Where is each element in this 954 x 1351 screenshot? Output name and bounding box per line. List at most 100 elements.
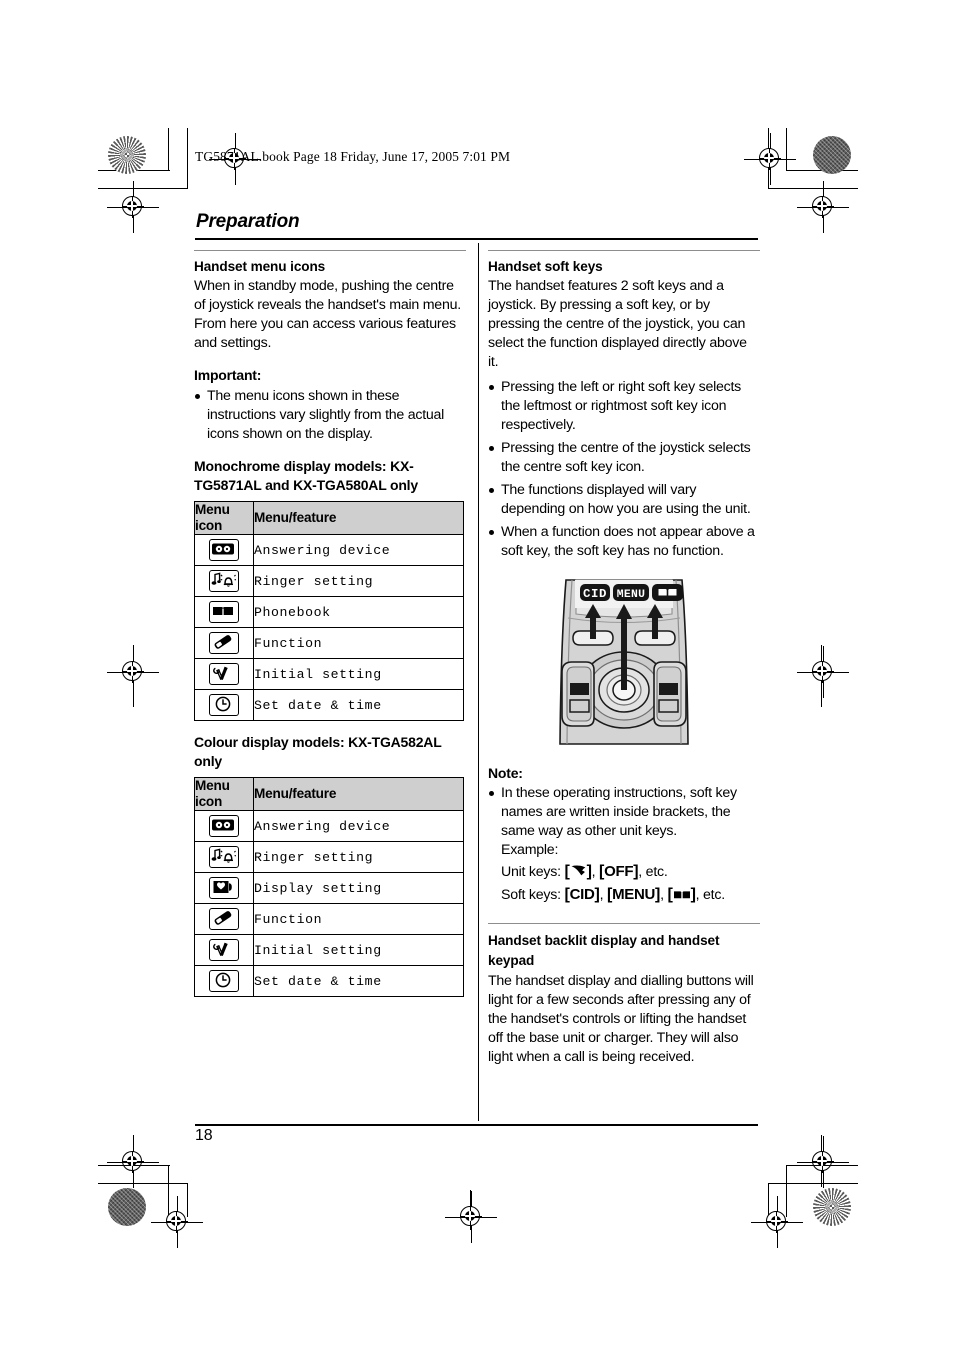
crop-mark-tl-v2 bbox=[187, 128, 189, 188]
cid-key-label: CID bbox=[569, 885, 595, 903]
note-bullet-text: In these operating instructions, soft ke… bbox=[501, 785, 737, 840]
display-setting-icon bbox=[209, 877, 239, 900]
answering-device-icon bbox=[209, 815, 239, 838]
column-header-menu-icon: Menu icon bbox=[194, 776, 254, 812]
registration-mark-right-lower bbox=[797, 1136, 849, 1188]
footer-rule bbox=[195, 1124, 758, 1126]
table-row: Ringer setting bbox=[194, 841, 464, 874]
unit-keys-line: Unit keys: [ ], [OFF], etc. bbox=[501, 862, 668, 880]
paragraph-handset-soft-keys: The handset features 2 soft keys and a j… bbox=[488, 278, 747, 371]
registration-mark-right-mid bbox=[797, 646, 849, 698]
heading-handset-menu-icons: Handset menu icons bbox=[194, 259, 326, 274]
caption-colour-models: Colour display models: KX-TGA582AL only bbox=[194, 734, 442, 769]
registration-mark-bottom-center bbox=[445, 1191, 497, 1243]
table-row: Function bbox=[194, 903, 464, 936]
heading-handset-soft-keys: Handset soft keys bbox=[488, 259, 603, 274]
off-key-label: OFF bbox=[604, 862, 634, 880]
example-label: Example: bbox=[501, 842, 559, 859]
menu-icon-table-colour: Menu icon Menu/feature Answering device bbox=[194, 776, 464, 998]
table-header-row: Menu icon Menu/feature bbox=[194, 776, 464, 812]
unit-keys-label: Unit keys: bbox=[501, 863, 561, 880]
halftone-patch-tr bbox=[813, 136, 851, 174]
column-header-menu-icon: Menu icon bbox=[194, 500, 254, 536]
phonebook-glyph-icon bbox=[673, 888, 691, 908]
ringer-setting-icon bbox=[209, 570, 239, 593]
table-header-row: Menu icon Menu/feature bbox=[194, 500, 464, 536]
cell-icon bbox=[194, 627, 254, 660]
chapter-rule bbox=[195, 238, 758, 241]
initial-setting-icon bbox=[209, 663, 239, 686]
softkey-label-phonebook bbox=[652, 583, 683, 601]
cell-icon bbox=[194, 658, 254, 691]
phonebook-icon bbox=[209, 601, 239, 624]
column-header-menu-feature: Menu/feature bbox=[253, 776, 464, 812]
list-item: The functions displayed will vary depend… bbox=[488, 481, 760, 519]
registration-mark-right-upper bbox=[797, 181, 849, 233]
column-divider bbox=[478, 243, 479, 1121]
table-row: Phonebook bbox=[194, 596, 464, 629]
registration-mark-bottom-left bbox=[151, 1196, 203, 1248]
list-item: Pressing the left or right soft key sele… bbox=[488, 378, 760, 435]
chapter-title: Preparation bbox=[196, 211, 300, 232]
important-bullet-list: The menu icons shown in these instructio… bbox=[194, 387, 466, 444]
function-icon bbox=[209, 632, 239, 655]
caption-monochrome-models: Monochrome display models: KX-TG5871AL a… bbox=[194, 458, 418, 493]
answering-device-icon bbox=[209, 539, 239, 562]
book-header-line: TG5871AL.book Page 18 Friday, June 17, 2… bbox=[195, 149, 511, 164]
cell-icon bbox=[194, 965, 254, 998]
registration-mark-bottom-right bbox=[751, 1196, 803, 1248]
table-row: Function bbox=[194, 627, 464, 660]
cell-feature: Answering device bbox=[253, 534, 464, 567]
talk-handset-glyph-icon bbox=[570, 863, 587, 884]
cell-icon bbox=[194, 565, 254, 598]
cell-feature: Set date & time bbox=[253, 965, 464, 998]
svg-text:MENU: MENU bbox=[617, 589, 646, 601]
soft-keys-label: Soft keys: bbox=[501, 886, 561, 903]
halftone-patch-tl bbox=[108, 136, 146, 174]
list-item: When a function does not appear above a … bbox=[488, 523, 760, 561]
right-side-keys bbox=[653, 660, 687, 727]
soft-keys-suffix: , etc. bbox=[695, 886, 726, 903]
list-item: In these operating instructions, soft ke… bbox=[488, 784, 760, 907]
list-item: Pressing the centre of the joystick sele… bbox=[488, 439, 760, 477]
cell-icon bbox=[194, 872, 254, 905]
table-row: Initial setting bbox=[194, 934, 464, 967]
table-row: Answering device bbox=[194, 810, 464, 843]
table-row: Display setting bbox=[194, 872, 464, 905]
cell-icon bbox=[194, 810, 254, 843]
cell-icon bbox=[194, 534, 254, 567]
label-important: Important: bbox=[194, 367, 262, 384]
column-header-menu-feature: Menu/feature bbox=[253, 500, 464, 536]
crop-mark-br-h2 bbox=[768, 1183, 858, 1185]
cell-feature: Function bbox=[253, 627, 464, 660]
cell-icon bbox=[194, 903, 254, 936]
list-item: The menu icons shown in these instructio… bbox=[194, 387, 466, 444]
table-row: Set date & time bbox=[194, 965, 464, 998]
set-date-time-icon bbox=[209, 970, 239, 993]
cell-icon bbox=[194, 841, 254, 874]
section-rule-handset-menu-icons bbox=[194, 250, 466, 251]
cell-feature: Initial setting bbox=[253, 658, 464, 691]
crop-mark-tl-v1 bbox=[168, 128, 170, 170]
table-row: Initial setting bbox=[194, 658, 464, 691]
page-canvas: TG5871AL.book Page 18 Friday, June 17, 2… bbox=[0, 0, 954, 1351]
softkey-label-menu: MENU bbox=[613, 583, 649, 601]
function-icon bbox=[209, 908, 239, 931]
cell-feature: Display setting bbox=[253, 872, 464, 905]
comma-3: , bbox=[660, 886, 668, 903]
table-row: Answering device bbox=[194, 534, 464, 567]
softkey-label-cid: CID bbox=[580, 583, 610, 601]
menu-icon-table-monochrome: Menu icon Menu/feature Answering device bbox=[194, 500, 464, 722]
left-side-keys bbox=[561, 660, 595, 727]
svg-text:CID: CID bbox=[583, 587, 607, 601]
cell-icon bbox=[194, 934, 254, 967]
table-row: Ringer setting bbox=[194, 565, 464, 598]
cell-icon bbox=[194, 596, 254, 629]
comma-2: , bbox=[599, 886, 607, 903]
crop-mark-bl-h2 bbox=[98, 1183, 188, 1185]
halftone-patch-bl bbox=[108, 1188, 146, 1226]
menu-key-label: MENU bbox=[612, 885, 656, 903]
initial-setting-icon bbox=[209, 939, 239, 962]
cell-icon bbox=[194, 689, 254, 722]
set-date-time-icon bbox=[209, 694, 239, 717]
